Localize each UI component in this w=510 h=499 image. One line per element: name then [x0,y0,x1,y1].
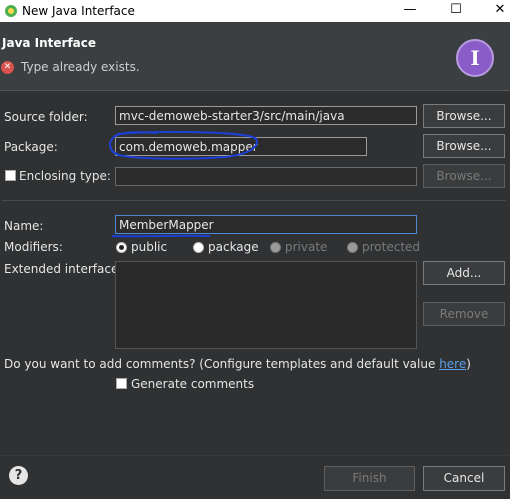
add-interface-button[interactable]: Add... [423,261,505,285]
package-label: Package: [4,140,58,154]
package-input[interactable]: com.demoweb.mapper [115,137,367,156]
enclosing-type-checkbox[interactable] [5,170,16,181]
eclipse-app-icon [5,5,17,17]
enclosing-type-browse-button[interactable]: Browse... [423,164,505,188]
extended-interfaces-list[interactable] [115,261,417,349]
interface-wizard-icon: I [456,39,494,77]
wizard-header: Java Interface ✕ Type already exists. I [0,22,510,90]
window-titlebar: New Java Interface — ☐ ✕ [0,0,510,22]
help-icon[interactable]: ? [9,466,28,485]
generate-comments-checkbox[interactable] [116,378,127,389]
remove-interface-button[interactable]: Remove [423,302,505,326]
minimize-button[interactable]: — [390,0,430,22]
modifier-protected-radio[interactable] [347,242,358,253]
close-button[interactable]: ✕ [480,0,510,22]
configure-templates-link[interactable]: here [439,357,466,371]
footer-divider [0,455,510,456]
modifier-protected-label: protected [362,240,421,254]
cancel-button[interactable]: Cancel [423,466,505,491]
source-folder-browse-button[interactable]: Browse... [423,104,505,128]
source-folder-label: Source folder: [4,110,88,124]
header-divider [0,90,510,91]
enclosing-type-label: Enclosing type: [19,169,111,183]
maximize-button[interactable]: ☐ [436,0,476,22]
generate-comments-label: Generate comments [131,377,255,391]
modifier-package-radio[interactable] [193,242,204,253]
enclosing-type-input[interactable] [115,167,417,186]
finish-button[interactable]: Finish [324,466,415,491]
name-input[interactable]: MemberMapper [115,215,417,234]
modifier-public-radio[interactable] [116,242,127,253]
error-icon: ✕ [1,61,14,74]
modifier-public-label: public [131,240,168,254]
comments-question-close: ) [466,357,471,371]
modifier-private-radio[interactable] [270,242,281,253]
comments-question-text: Do you want to add comments? (Configure … [4,357,440,371]
window-title: New Java Interface [22,4,135,18]
section-divider [2,200,506,201]
modifiers-label: Modifiers: [4,240,63,254]
source-folder-input[interactable]: mvc-demoweb-starter3/src/main/java [115,106,417,125]
modifier-private-label: private [285,240,328,254]
comments-question: Do you want to add comments? (Configure … [4,357,471,371]
wizard-title: Java Interface [2,36,97,50]
package-browse-button[interactable]: Browse... [423,134,505,158]
extended-interfaces-label: Extended interfaces: [4,262,129,276]
error-message: Type already exists. [21,60,140,74]
svg-text:I: I [470,46,479,70]
modifier-package-label: package [208,240,259,254]
name-label: Name: [4,219,44,233]
